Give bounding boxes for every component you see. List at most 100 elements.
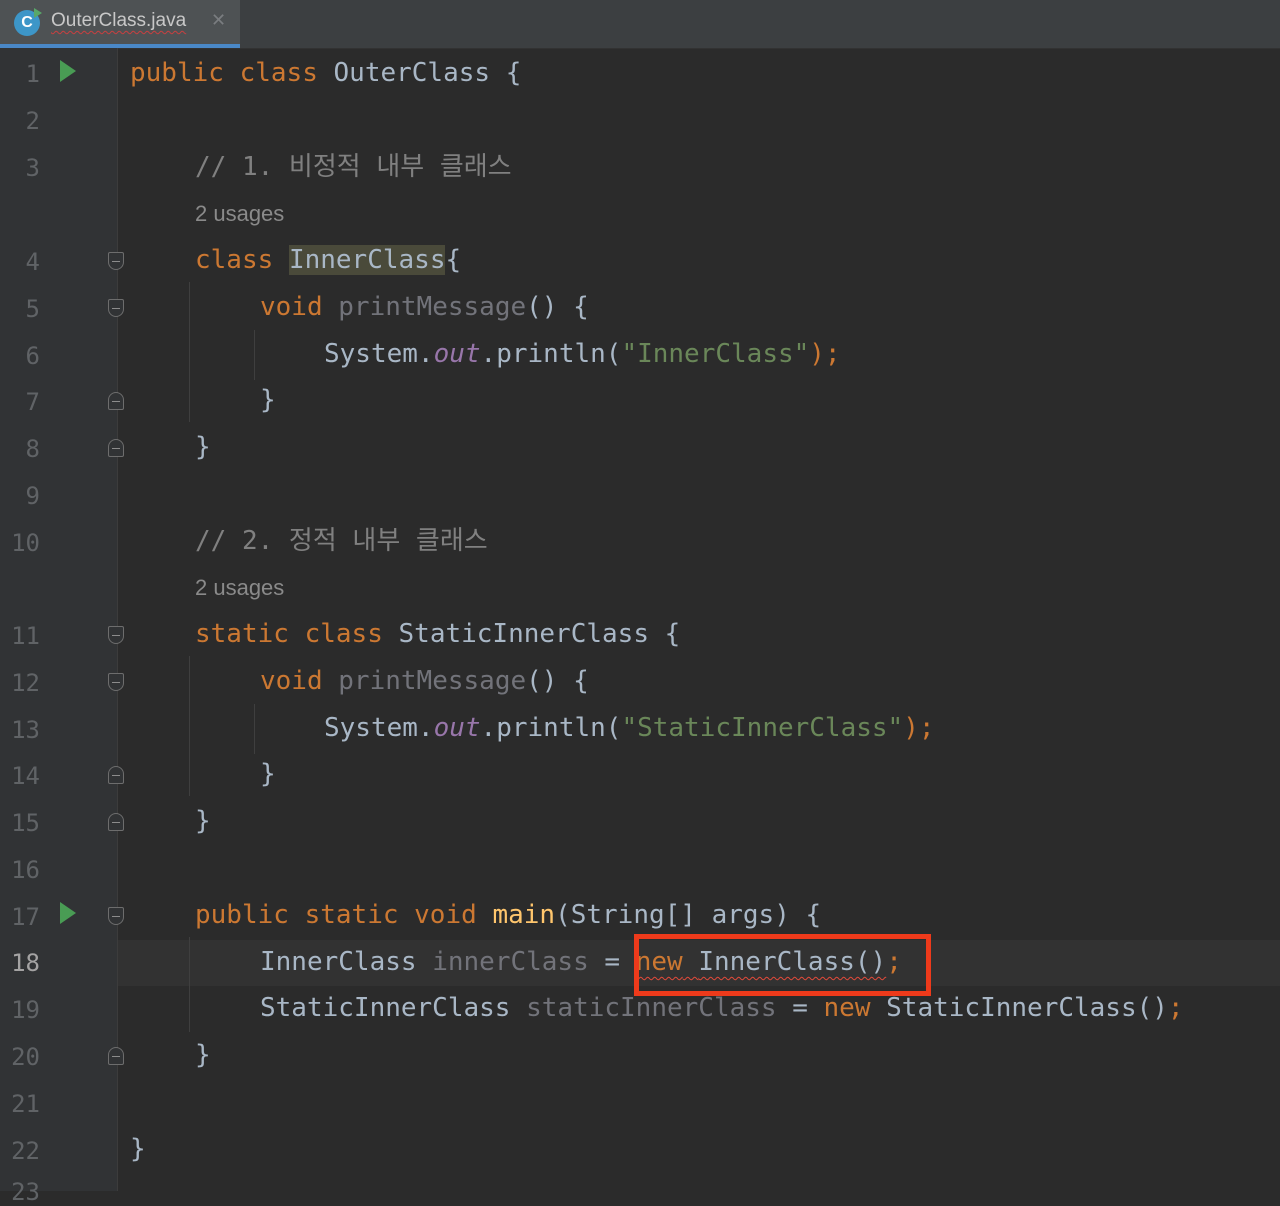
line-number: 14 [11, 762, 40, 790]
keyword: static [195, 619, 289, 649]
fold-collapse-icon[interactable] [108, 907, 124, 925]
brace: { [505, 58, 522, 88]
object-ref: System. [324, 713, 434, 743]
code-line-19: StaticInnerClass staticInnerClass = new … [260, 993, 1184, 1023]
method-params: (String[] args) { [555, 900, 822, 930]
line-number: 6 [25, 342, 40, 370]
usages-hint[interactable]: 2 usages [195, 575, 284, 601]
static-field: out [433, 713, 481, 743]
indent-guide [254, 330, 255, 380]
line-number: 23 [11, 1178, 40, 1206]
code-line-14: } [260, 759, 276, 789]
class-name: OuterClass [333, 58, 491, 88]
fold-expand-icon[interactable] [108, 813, 124, 831]
keyword: void [414, 900, 477, 930]
statement-end: ; [1167, 993, 1184, 1023]
keyword: public [130, 58, 224, 88]
line-number: 16 [11, 856, 40, 884]
editor-tab-bar: C OuterClass.java ✕ [0, 0, 1280, 49]
keyword: static [304, 900, 399, 930]
fold-collapse-icon[interactable] [108, 673, 124, 691]
type-name: InnerClass [260, 947, 417, 977]
fold-expand-icon[interactable] [108, 392, 124, 410]
fold-expand-icon[interactable] [108, 766, 124, 784]
object-ref: System. [324, 339, 434, 369]
method-call: .println( [480, 713, 622, 743]
line-number: 3 [25, 154, 40, 182]
line-number: 4 [25, 248, 40, 276]
keyword: class [195, 245, 274, 275]
method-call: .println( [480, 339, 622, 369]
constructor-call: StaticInnerClass() [886, 993, 1168, 1023]
usages-hint[interactable]: 2 usages [195, 201, 284, 227]
keyword-new: new [823, 993, 871, 1023]
fold-collapse-icon[interactable] [108, 252, 124, 270]
method-name: main [492, 900, 556, 930]
file-tab[interactable]: C OuterClass.java ✕ [0, 0, 240, 48]
class-icon-letter: C [21, 14, 33, 31]
string-literal: "InnerClass" [621, 339, 810, 369]
comment-line: // 2. 정적 내부 클래스 [195, 526, 488, 556]
fold-collapse-icon[interactable] [108, 299, 124, 317]
code-line-15: } [195, 806, 211, 836]
line-number: 2 [25, 107, 40, 135]
statement-end: ); [903, 713, 935, 743]
line-number: 8 [25, 435, 40, 463]
string-literal: "StaticInnerClass" [621, 713, 904, 743]
code-line-13: System.out.println("StaticInnerClass"); [324, 713, 935, 743]
line-number: 10 [11, 529, 40, 557]
code-line-8: } [195, 432, 211, 462]
variable-name: innerClass [432, 947, 589, 977]
run-class-icon[interactable] [60, 60, 76, 82]
code-line-4: class InnerClass{ [195, 245, 461, 275]
line-number-current: 18 [11, 949, 40, 977]
line-number: 21 [11, 1090, 40, 1118]
indent-guide [189, 656, 190, 796]
line-number: 1 [25, 60, 40, 88]
keyword: public [195, 900, 289, 930]
operator: = [792, 993, 808, 1023]
class-name-highlighted: InnerClass [288, 245, 446, 275]
static-field: out [433, 339, 481, 369]
indent-guide [254, 704, 255, 754]
line-number: 13 [11, 716, 40, 744]
indent-guide [189, 282, 190, 422]
method-params: () { [526, 666, 589, 696]
code-line-17: public static void main(String[] args) { [195, 900, 821, 930]
code-line-7: } [260, 385, 276, 415]
code-line-11: static class StaticInnerClass { [195, 619, 680, 649]
statement-end: ); [809, 339, 841, 369]
run-main-icon[interactable] [60, 902, 76, 924]
java-class-icon: C [14, 8, 42, 36]
comment-line: // 1. 비정적 내부 클래스 [195, 152, 512, 182]
code-line-20: } [195, 1040, 211, 1070]
keyword: class [239, 58, 318, 88]
operator: = [604, 947, 621, 977]
line-number: 19 [11, 996, 40, 1024]
close-icon[interactable]: ✕ [211, 10, 226, 31]
brace: { [445, 245, 462, 275]
class-name: StaticInnerClass [398, 619, 649, 649]
fold-collapse-icon[interactable] [108, 626, 124, 644]
line-number: 7 [25, 388, 40, 416]
method-name: printMessage [338, 292, 527, 322]
line-number: 11 [11, 622, 40, 650]
fold-expand-icon[interactable] [108, 1047, 124, 1065]
variable-name: staticInnerClass [526, 993, 777, 1023]
runnable-badge-icon [34, 8, 42, 18]
keyword: void [260, 292, 323, 322]
line-number: 22 [11, 1137, 40, 1165]
error-highlight-box [634, 934, 931, 996]
line-number: 20 [11, 1043, 40, 1071]
method-params: () { [526, 292, 589, 322]
code-line-5: void printMessage() { [260, 292, 589, 322]
tab-file-name: OuterClass.java [51, 10, 187, 31]
line-number: 17 [11, 903, 40, 931]
fold-expand-icon[interactable] [108, 439, 124, 457]
type-name: StaticInnerClass [260, 993, 511, 1023]
gutter-separator [117, 48, 118, 1191]
keyword: class [304, 619, 383, 649]
brace: { [664, 619, 681, 649]
code-line-22: } [130, 1134, 146, 1164]
line-number: 15 [11, 809, 40, 837]
